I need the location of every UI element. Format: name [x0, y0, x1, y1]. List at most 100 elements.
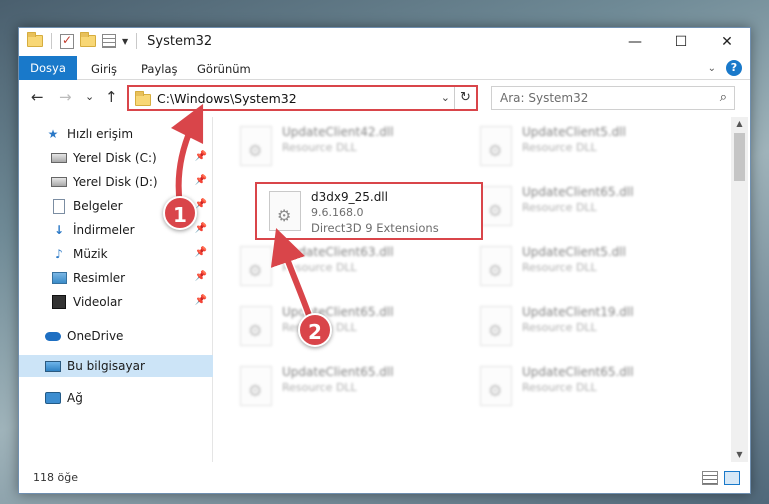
- tiles-view-icon[interactable]: [724, 471, 740, 485]
- sidebar-item-label: Bu bilgisayar: [67, 359, 145, 373]
- pin-icon[interactable]: 📌: [195, 151, 207, 162]
- list-item[interactable]: UpdateClient65.dll Resource DLL: [472, 362, 692, 410]
- dll-file-icon: [480, 306, 512, 346]
- music-icon: ♪: [55, 247, 63, 261]
- tab-home[interactable]: Giriş: [91, 59, 117, 79]
- window-controls: — ☐ ✕: [612, 28, 750, 56]
- file-name: UpdateClient19.dll: [522, 305, 634, 319]
- file-name: UpdateClient65.dll: [522, 365, 634, 379]
- recent-locations-icon[interactable]: ⌄: [85, 90, 94, 103]
- vertical-scrollbar[interactable]: ▲ ▼: [731, 117, 748, 462]
- forward-arrow-icon[interactable]: →: [59, 88, 72, 106]
- list-item[interactable]: UpdateClient65.dll Resource DLL: [472, 182, 692, 230]
- properties-icon[interactable]: [102, 34, 116, 48]
- sidebar-item-label: Müzik: [73, 247, 108, 261]
- address-bar[interactable]: C:\Windows\System32 ⌄ ↻: [127, 85, 478, 111]
- highlighted-file[interactable]: d3dx9_25.dll 9.6.168.0 Direct3D 9 Extens…: [255, 182, 483, 240]
- pin-icon[interactable]: 📌: [195, 175, 207, 186]
- dll-file-icon: [240, 306, 272, 346]
- search-input[interactable]: Ara: System32 ⌕: [491, 86, 735, 110]
- dll-file-icon: [480, 246, 512, 286]
- tab-file[interactable]: Dosya: [19, 56, 77, 80]
- properties-check-icon[interactable]: [60, 33, 74, 49]
- sidebar-item-music[interactable]: ♪ Müzik 📌: [19, 243, 213, 265]
- ribbon-tabs: Dosya Giriş Paylaş Görünüm ⌄ ?: [19, 56, 750, 80]
- file-name: UpdateClient5.dll: [522, 245, 626, 259]
- title-bar: ▼ System32 — ☐ ✕: [19, 28, 750, 56]
- computer-icon: [45, 358, 61, 374]
- disk-icon: [51, 174, 67, 190]
- list-item[interactable]: UpdateClient5.dll Resource DLL: [472, 122, 692, 170]
- search-placeholder: Ara: System32: [500, 91, 589, 105]
- dll-file-icon: [269, 191, 301, 231]
- disk-icon: [51, 150, 67, 166]
- details-view-icon[interactable]: [702, 471, 718, 485]
- download-icon: ↓: [53, 223, 65, 237]
- sidebar-item-local-disk-c[interactable]: Yerel Disk (C:) 📌: [19, 147, 213, 169]
- scroll-up-icon[interactable]: ▲: [731, 117, 748, 131]
- sidebar-item-videos[interactable]: Videolar 📌: [19, 291, 213, 313]
- file-type: Resource DLL: [282, 141, 357, 154]
- list-item[interactable]: d3dx9_25.dll 9.6.168.0 Direct3D 9 Extens…: [261, 187, 481, 235]
- file-name: UpdateClient63.dll: [282, 245, 394, 259]
- new-folder-icon[interactable]: [80, 32, 96, 47]
- pin-icon[interactable]: 📌: [195, 271, 207, 282]
- sidebar-item-onedrive[interactable]: OneDrive: [19, 325, 213, 347]
- chevron-down-icon[interactable]: ▼: [122, 37, 128, 46]
- sidebar-item-label: Ağ: [67, 391, 83, 405]
- help-icon[interactable]: ?: [726, 60, 742, 76]
- file-type: Resource DLL: [522, 321, 597, 334]
- dll-file-icon: [480, 366, 512, 406]
- up-arrow-icon[interactable]: ↑: [105, 88, 118, 106]
- pin-icon[interactable]: 📌: [195, 295, 207, 306]
- file-name: UpdateClient65.dll: [282, 365, 394, 379]
- close-button[interactable]: ✕: [704, 28, 750, 56]
- dll-file-icon: [240, 366, 272, 406]
- item-count: 118 öğe: [33, 471, 78, 484]
- pin-icon[interactable]: 📌: [195, 247, 207, 258]
- dll-file-icon: [480, 126, 512, 166]
- sidebar-item-this-pc[interactable]: Bu bilgisayar: [19, 355, 213, 377]
- pin-icon[interactable]: 📌: [195, 223, 207, 234]
- tab-view[interactable]: Görünüm: [197, 59, 251, 79]
- file-name: UpdateClient42.dll: [282, 125, 394, 139]
- file-list: UpdateClient42.dll Resource DLL UpdateCl…: [214, 117, 736, 462]
- file-type: Resource DLL: [522, 261, 597, 274]
- file-name: UpdateClient65.dll: [282, 305, 394, 319]
- folder-icon: [135, 91, 151, 106]
- scroll-thumb[interactable]: [734, 133, 745, 181]
- network-icon: [45, 390, 61, 406]
- list-item[interactable]: UpdateClient65.dll Resource DLL: [232, 362, 452, 410]
- dll-file-icon: [480, 186, 512, 226]
- list-item[interactable]: UpdateClient5.dll Resource DLL: [472, 242, 692, 290]
- cloud-icon: [45, 328, 61, 344]
- chevron-down-icon[interactable]: ⌄: [708, 63, 716, 74]
- sidebar-item-pictures[interactable]: Resimler 📌: [19, 267, 213, 289]
- file-name: d3dx9_25.dll: [311, 190, 388, 204]
- dll-file-icon: [240, 126, 272, 166]
- list-item[interactable]: UpdateClient42.dll Resource DLL: [232, 122, 452, 170]
- refresh-icon[interactable]: ↻: [454, 87, 476, 109]
- status-bar: 118 öğe: [19, 464, 750, 493]
- maximize-button[interactable]: ☐: [658, 28, 704, 56]
- search-icon[interactable]: ⌕: [720, 90, 727, 105]
- scroll-down-icon[interactable]: ▼: [731, 448, 748, 462]
- list-item[interactable]: UpdateClient63.dll Resource DLL: [232, 242, 452, 290]
- sidebar-item-label: Hızlı erişim: [67, 127, 134, 141]
- sidebar-item-label: Videolar: [73, 295, 123, 309]
- sidebar-item-local-disk-d[interactable]: Yerel Disk (D:) 📌: [19, 171, 213, 193]
- videos-icon: [51, 294, 67, 310]
- navigation-pane: ★ Hızlı erişim Yerel Disk (C:) 📌 Yerel D…: [19, 117, 213, 462]
- sidebar-item-quick-access[interactable]: ★ Hızlı erişim: [19, 123, 213, 145]
- file-type: Resource DLL: [522, 381, 597, 394]
- sidebar-item-network[interactable]: Ağ: [19, 387, 213, 409]
- file-version: 9.6.168.0: [311, 206, 364, 219]
- back-arrow-icon[interactable]: ←: [31, 88, 44, 106]
- minimize-button[interactable]: —: [612, 28, 658, 56]
- list-item[interactable]: UpdateClient19.dll Resource DLL: [472, 302, 692, 350]
- sidebar-item-label: Yerel Disk (C:): [73, 151, 157, 165]
- tab-share[interactable]: Paylaş: [141, 59, 178, 79]
- list-item[interactable]: UpdateClient65.dll Resource DLL: [232, 302, 452, 350]
- chevron-down-icon[interactable]: ⌄: [441, 91, 450, 104]
- address-path[interactable]: C:\Windows\System32: [157, 91, 297, 106]
